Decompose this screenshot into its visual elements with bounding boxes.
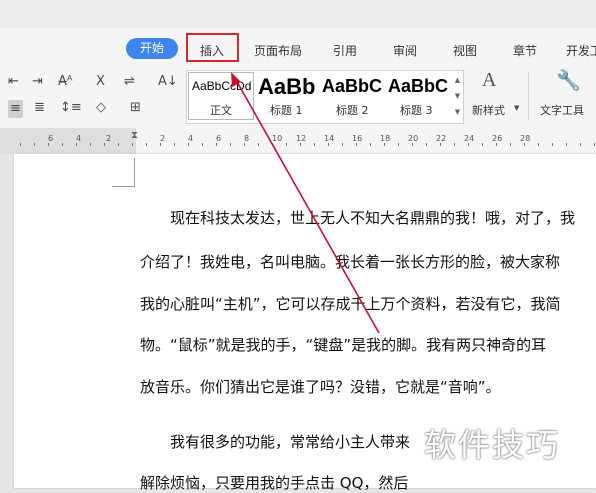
arrow-line <box>235 79 380 334</box>
annotation-arrow <box>231 72 380 334</box>
